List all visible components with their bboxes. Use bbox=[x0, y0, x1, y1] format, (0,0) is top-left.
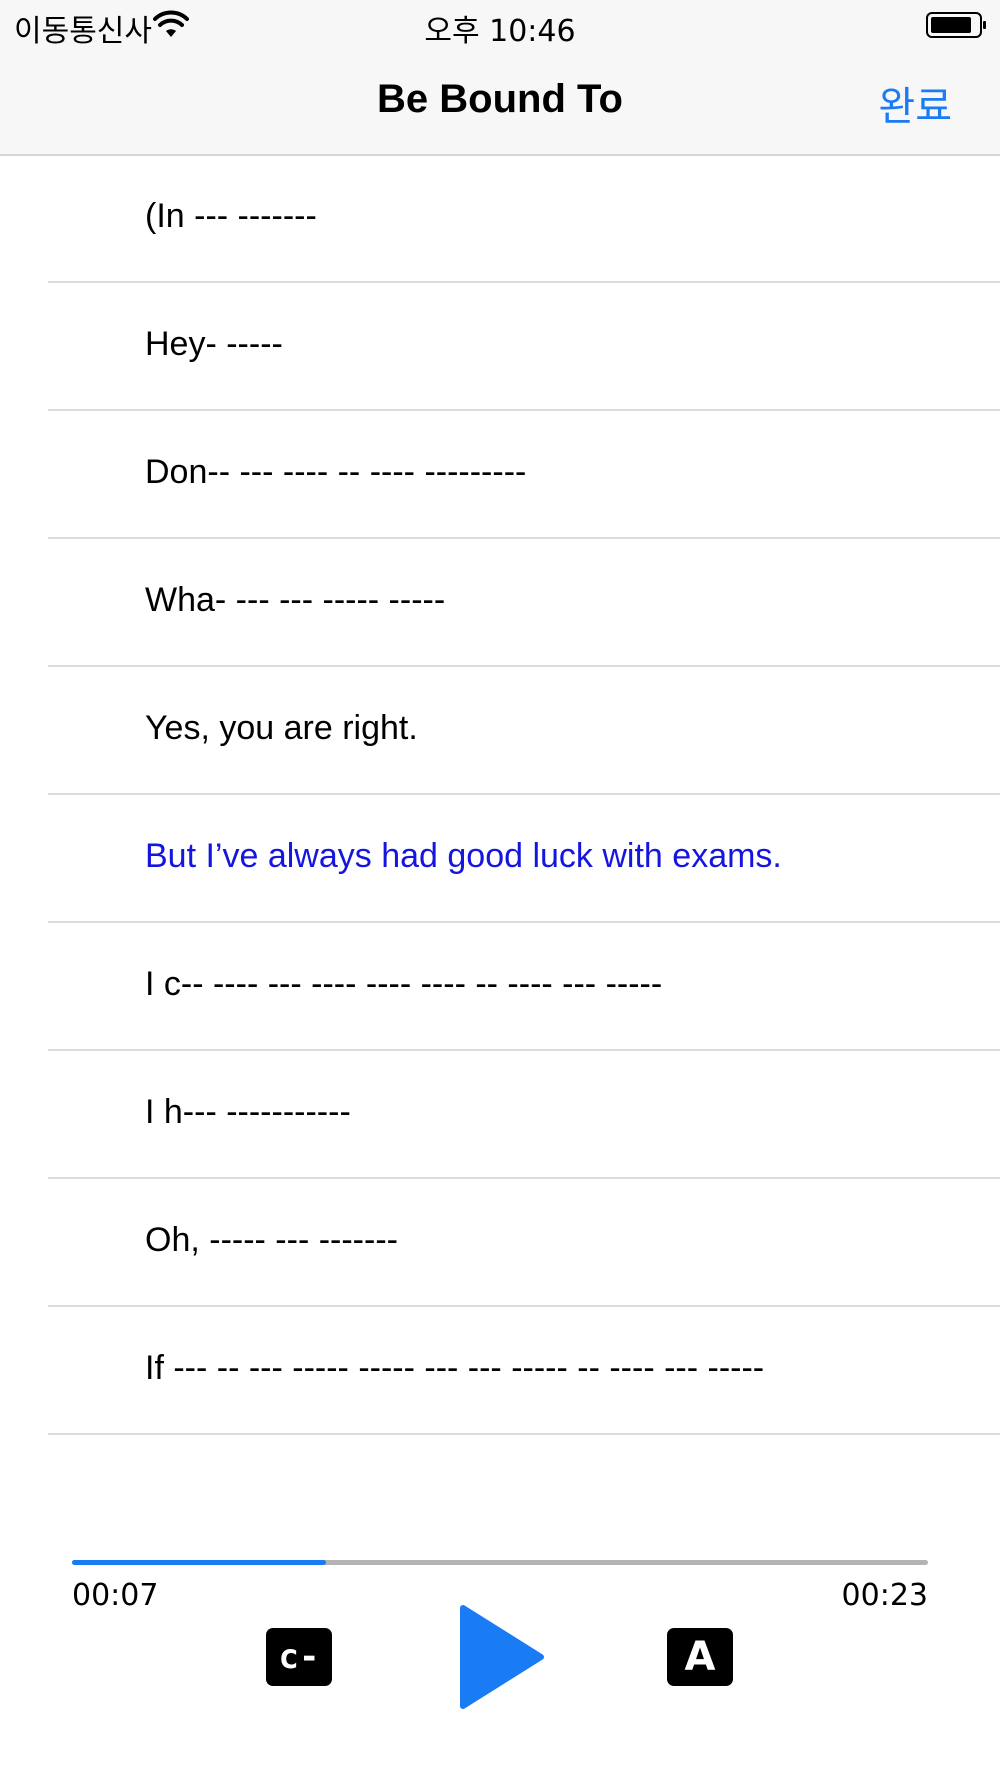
list-item[interactable]: (In --- ------- bbox=[48, 155, 1000, 283]
answer-button[interactable]: A bbox=[667, 1628, 733, 1686]
list-item[interactable]: If --- -- --- ----- ----- --- --- ----- … bbox=[48, 1307, 1000, 1435]
line-text: But I’ve always had good luck with exams… bbox=[145, 837, 782, 875]
list-item[interactable]: But I’ve always had good luck with exams… bbox=[48, 795, 1000, 923]
progress-slider[interactable] bbox=[72, 1560, 928, 1565]
line-text: I c-- ---- --- ---- ---- ---- -- ---- --… bbox=[145, 965, 663, 1003]
list-item[interactable]: Hey- ----- bbox=[48, 283, 1000, 411]
battery-icon bbox=[926, 12, 986, 38]
list-item[interactable]: Oh, ----- --- ------- bbox=[48, 1179, 1000, 1307]
status-bar: 이동통신사 오후 10:46 bbox=[0, 0, 1000, 50]
list-item[interactable]: Wha- --- --- ----- ----- bbox=[48, 539, 1000, 667]
line-text: Don-- --- ---- -- ---- --------- bbox=[145, 453, 527, 491]
navigation-bar: Be Bound To 완료 bbox=[0, 50, 1000, 156]
line-text: I h--- ----------- bbox=[145, 1093, 351, 1131]
page-title: Be Bound To bbox=[377, 77, 623, 121]
done-button[interactable]: 완료 bbox=[878, 74, 952, 132]
progress-fill bbox=[72, 1560, 327, 1565]
list-item[interactable]: I c-- ---- --- ---- ---- ---- -- ---- --… bbox=[48, 923, 1000, 1051]
line-text: Hey- ----- bbox=[145, 325, 283, 363]
play-icon[interactable] bbox=[455, 1604, 545, 1710]
list-item[interactable]: I h--- ----------- bbox=[48, 1051, 1000, 1179]
total-time: 00:23 bbox=[841, 1578, 928, 1613]
list-item[interactable]: Yes, you are right. bbox=[48, 667, 1000, 795]
line-text: If --- -- --- ----- ----- --- --- ----- … bbox=[145, 1349, 765, 1387]
line-text: Wha- --- --- ----- ----- bbox=[145, 581, 446, 619]
script-line-list: (In --- ------- Hey- ----- Don-- --- ---- … bbox=[0, 155, 1000, 1435]
line-text: (In --- ------- bbox=[145, 197, 317, 235]
clock-time: 오후 10:46 bbox=[424, 14, 576, 49]
current-time: 00:07 bbox=[72, 1578, 159, 1613]
list-item[interactable]: Don-- --- ---- -- ---- --------- bbox=[48, 411, 1000, 539]
line-text: Oh, ----- --- ------- bbox=[145, 1221, 398, 1259]
line-text: Yes, you are right. bbox=[145, 709, 418, 747]
caption-toggle-button[interactable]: c- bbox=[266, 1628, 332, 1686]
